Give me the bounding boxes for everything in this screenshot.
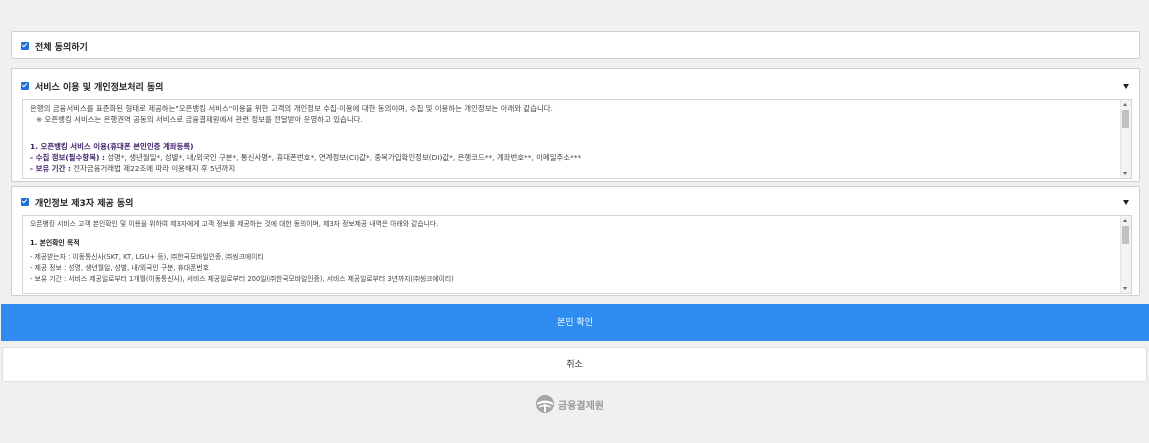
consent-text-line: - 제공받는자 : 이동통신사(SKT, KT, LGU+ 등), ㈜한국모바일… <box>30 253 264 261</box>
scrollbar-thumb[interactable] <box>1122 110 1129 128</box>
cancel-button[interactable]: 취소 <box>2 347 1147 382</box>
consent-section-heading: 1. 오픈뱅킹 서비스 이용(휴대폰 본인인증 계좌등록) <box>30 142 194 151</box>
service-consent-text[interactable]: 은행의 금융서비스를 표준화된 형태로 제공하는"오픈뱅킹 서비스"이용을 위한… <box>22 99 1132 179</box>
consent-text-line: - 보유 기간 : 서비스 제공일로부터 1개월(이동통신사), 서비스 제공일… <box>30 275 454 283</box>
third-party-consent-text[interactable]: 오픈뱅킹 서비스 고객 본인확인 및 이용을 위하여 제3자에게 고객 정보를 … <box>22 215 1132 294</box>
scroll-up-icon[interactable] <box>1123 103 1127 106</box>
kftc-logo-text: 금융결제원 <box>558 400 604 412</box>
consent-text-line: 은행의 금융서비스를 표준화된 형태로 제공하는"오픈뱅킹 서비스"이용을 위한… <box>30 104 553 113</box>
scrollbar-thumb[interactable] <box>1122 226 1129 244</box>
agree-all-checkbox[interactable] <box>21 42 29 50</box>
service-consent-title[interactable]: 서비스 이용 및 개인정보처리 동의 <box>35 80 163 93</box>
kftc-logo: 금융결제원 <box>535 394 604 414</box>
chevron-down-icon[interactable] <box>1123 200 1129 205</box>
scroll-down-icon[interactable] <box>1123 172 1127 175</box>
consent-text-line: - 제공 정보 : 성명, 생년월일, 성별, 내/외국인 구분, 휴대폰번호 <box>30 264 209 272</box>
kftc-logo-icon <box>536 395 554 413</box>
service-consent-checkbox[interactable] <box>21 82 29 90</box>
scrollbar[interactable] <box>1120 216 1131 293</box>
consent-text-line: ※ 오픈뱅킹 서비스는 은행권역 공동의 서비스로 금융결제원에서 관련 정보를… <box>36 115 363 124</box>
consent-text-line: 오픈뱅킹 서비스 고객 본인확인 및 이용을 위하여 제3자에게 고객 정보를 … <box>30 220 439 228</box>
third-party-consent-checkbox[interactable] <box>21 198 29 206</box>
identity-verify-button[interactable]: 본인 확인 <box>1 304 1149 341</box>
chevron-down-icon[interactable] <box>1123 84 1129 89</box>
consent-text-line: - 보유 기간 : 전자금융거래법 제22조에 따라 이용해지 후 5년까지 <box>30 164 236 173</box>
scroll-down-icon[interactable] <box>1123 287 1127 290</box>
consent-section-heading: 1. 본인확인 목적 <box>30 239 80 247</box>
agree-all-panel[interactable]: 전체 동의하기 <box>11 31 1140 59</box>
third-party-consent-title[interactable]: 개인정보 제3자 제공 동의 <box>35 196 133 209</box>
scrollbar[interactable] <box>1120 100 1131 178</box>
consent-text-line: - 수집 정보(필수항목) : 성명*, 생년월일*, 성별*, 내/외국인 구… <box>30 153 582 162</box>
service-consent-panel: 서비스 이용 및 개인정보처리 동의 은행의 금융서비스를 표준화된 형태로 제… <box>11 68 1140 182</box>
scroll-up-icon[interactable] <box>1123 219 1127 222</box>
third-party-consent-panel: 개인정보 제3자 제공 동의 오픈뱅킹 서비스 고객 본인확인 및 이용을 위하… <box>11 186 1140 296</box>
agree-all-label[interactable]: 전체 동의하기 <box>35 40 88 53</box>
